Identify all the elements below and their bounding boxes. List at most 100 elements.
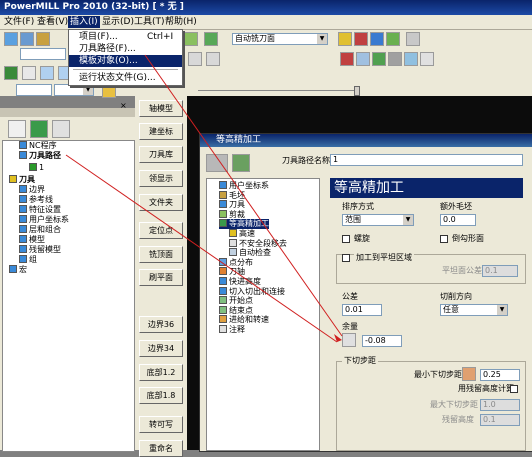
chevron-down-icon[interactable]: ▼ (317, 34, 327, 44)
menu-item-run-state[interactable]: 运行状态文件(G)... (69, 72, 182, 84)
tree-item[interactable]: 刀具 (9, 175, 35, 185)
menu-tools[interactable]: 工具(T) (134, 16, 165, 28)
side-button[interactable]: 边界34 (139, 340, 183, 357)
folder-icon[interactable] (36, 32, 50, 46)
steep-checkbox[interactable] (440, 235, 448, 243)
toolbar-input[interactable] (20, 48, 66, 60)
slider-thumb[interactable] (354, 86, 360, 96)
menu-view[interactable]: 查看(V) (37, 16, 68, 28)
chevron-down-icon[interactable]: ▼ (403, 215, 413, 225)
side-button[interactable]: 领显示 (139, 170, 183, 187)
tab-html[interactable] (30, 120, 48, 138)
slider-track[interactable] (198, 90, 354, 91)
chevron-down-icon[interactable]: ▼ (83, 85, 93, 95)
pen-icon[interactable] (102, 84, 116, 98)
tree-item[interactable]: 参考线 (19, 195, 53, 205)
side-button[interactable]: 刀具库 (139, 146, 183, 163)
tree-item[interactable]: 用户坐标系 (19, 215, 69, 225)
tool-preview-icon[interactable] (232, 154, 250, 172)
thickness-field[interactable]: -0.08 (362, 335, 402, 347)
tree-item[interactable]: 层和组合 (19, 225, 61, 235)
residual-checkbox[interactable] (510, 385, 518, 393)
sim-icon[interactable] (356, 52, 370, 66)
verify-icon[interactable] (372, 52, 386, 66)
menu-item-project[interactable]: 项目(F)... Ctrl+I (69, 31, 182, 43)
shade-icon[interactable] (188, 52, 202, 66)
side-button[interactable]: 底部1.2 (139, 364, 183, 381)
close-icon[interactable]: × (120, 102, 128, 110)
side-button[interactable]: 转可写 (139, 416, 183, 433)
close-icon[interactable] (406, 32, 420, 46)
tree-item[interactable]: 特征设置 (19, 205, 61, 215)
tree-item[interactable]: 宏 (9, 265, 27, 275)
tool-dia-input[interactable] (16, 84, 52, 96)
layer-icon[interactable] (388, 52, 402, 66)
spiral-checkbox[interactable] (342, 235, 350, 243)
side-button[interactable]: 刷平面 (139, 269, 183, 286)
collision-icon[interactable] (340, 52, 354, 66)
menu-file[interactable]: 文件(F) (4, 16, 34, 28)
home-icon[interactable] (22, 66, 36, 80)
tree-item[interactable]: 1 (29, 163, 44, 173)
side-button[interactable]: 建坐标 (139, 123, 183, 140)
side-button[interactable]: 铣顶面 (139, 246, 183, 263)
dialog-tree-item[interactable]: 高速 (229, 229, 255, 239)
side-button[interactable]: 文件夹 (139, 194, 183, 211)
toolpath-name-field[interactable]: 1 (330, 154, 523, 166)
side-button[interactable]: 边界36 (139, 316, 183, 333)
flat-area-checkbox[interactable] (342, 254, 350, 262)
dialog-tree-item[interactable]: 刀轴 (219, 267, 245, 277)
side-button[interactable]: 定位点 (139, 222, 183, 239)
mark-icon[interactable] (386, 32, 400, 46)
leads-icon[interactable] (354, 32, 368, 46)
dialog-tree-item[interactable]: 开始点 (219, 296, 253, 306)
dialog-tree-item[interactable]: 注释 (219, 325, 245, 335)
tree-item[interactable]: 模型 (19, 235, 45, 245)
extra-stock-field[interactable]: 0.0 (440, 214, 476, 226)
cusp-field[interactable]: 0.1 (480, 414, 520, 426)
side-button[interactable]: 轴模型 (139, 100, 183, 117)
sort-combo[interactable]: 范围 ▼ (342, 214, 414, 226)
grid-icon[interactable] (404, 52, 418, 66)
save-icon[interactable] (20, 32, 34, 46)
dialog-tree-item[interactable]: 用户坐标系 (219, 181, 269, 191)
menu-item-toolpath[interactable]: 刀具路径(F)... (69, 43, 182, 55)
chevron-down-icon[interactable]: ▼ (497, 305, 507, 315)
dialog-tree-item[interactable]: 快进高度 (219, 277, 261, 287)
tree-item[interactable]: 边界 (19, 185, 45, 195)
thickness-button[interactable] (342, 333, 356, 347)
dialog-tree-item[interactable]: 刀具 (219, 200, 245, 210)
side-button[interactable]: 底部1.8 (139, 387, 183, 404)
strategy-combo[interactable]: 自动铣刀面 ▼ (232, 33, 328, 45)
close-icon[interactable] (420, 52, 434, 66)
dialog-tree-item[interactable]: 进给和转速 (219, 315, 269, 325)
menu-insert[interactable]: 插入(I) (68, 16, 100, 28)
min-stepdown-field[interactable]: 0.25 (480, 369, 520, 381)
dialog-tree-item[interactable]: 自动检查 (229, 248, 271, 258)
tolerance-field[interactable]: 0.01 (342, 304, 382, 316)
tree-item[interactable]: 残留模型 (19, 245, 61, 255)
cut-direction-combo[interactable]: 任意 ▼ (440, 304, 508, 316)
dialog-tree-item[interactable]: 毛坯 (219, 190, 245, 201)
side-button[interactable]: 重命名 (139, 440, 183, 457)
menu-item-template[interactable]: 模板对象(O)... (69, 55, 182, 67)
menu-display[interactable]: 显示(D) (102, 16, 134, 28)
tool-icon[interactable] (370, 32, 384, 46)
open-icon[interactable] (4, 32, 18, 46)
stepdown-hand-icon[interactable] (462, 367, 476, 381)
strategy-icon[interactable] (184, 32, 198, 46)
tree-item[interactable]: 刀具路径 (19, 151, 61, 161)
toolpath-icon[interactable] (204, 32, 218, 46)
tree-item[interactable]: 组 (19, 255, 37, 265)
view-icon[interactable] (4, 66, 18, 80)
iso-view-icon[interactable] (40, 66, 54, 80)
dialog-tree-item[interactable]: 等高精加工 (219, 219, 269, 230)
flat-tolerance-field[interactable]: 0.1 (482, 265, 518, 277)
tab-paste[interactable] (52, 120, 70, 138)
wire-icon[interactable] (206, 52, 220, 66)
max-stepdown-field[interactable]: 1.0 (480, 399, 520, 411)
feed-icon[interactable] (338, 32, 352, 46)
tab-explorer[interactable] (8, 120, 26, 138)
menu-help[interactable]: 帮助(H) (165, 16, 197, 28)
tree-item[interactable]: NC程序 (19, 141, 57, 151)
